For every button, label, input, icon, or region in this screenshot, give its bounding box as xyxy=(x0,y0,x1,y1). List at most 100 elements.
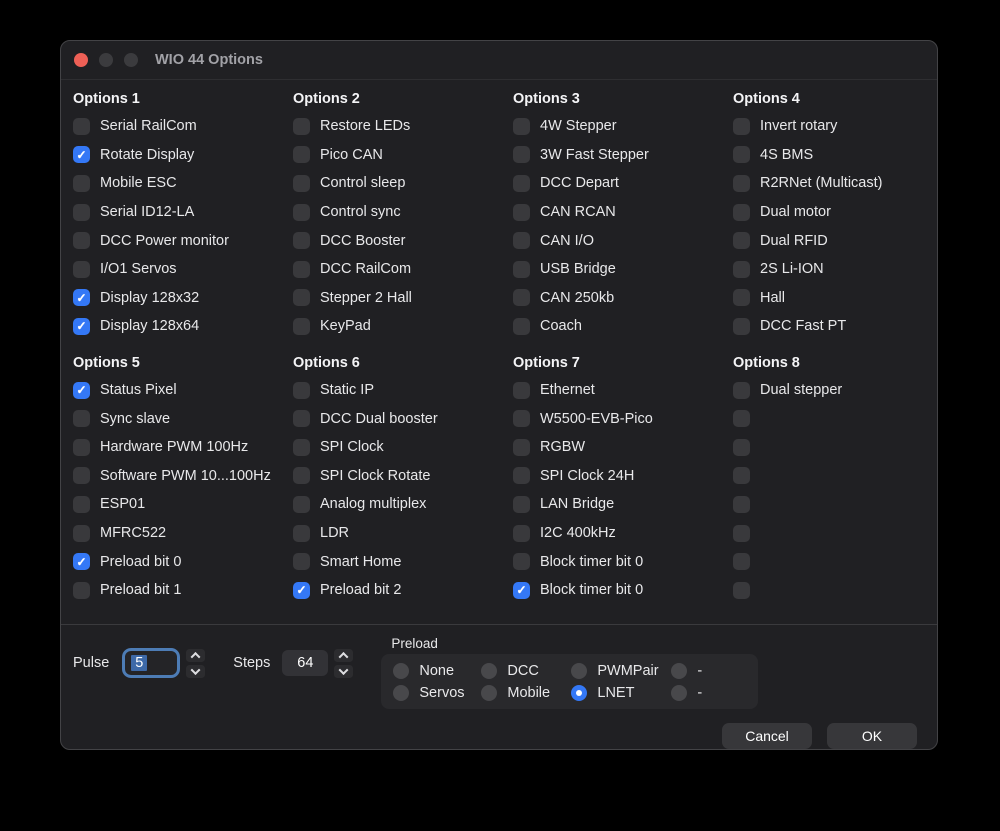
checkbox-row[interactable]: Ethernet xyxy=(513,376,733,405)
pulse-decrement-button[interactable] xyxy=(186,665,205,678)
checkbox[interactable] xyxy=(293,382,310,399)
checkbox-row[interactable]: 3W Fast Stepper xyxy=(513,141,733,170)
checkbox[interactable] xyxy=(73,525,90,542)
checkbox[interactable] xyxy=(293,175,310,192)
checkbox[interactable] xyxy=(293,118,310,135)
checkbox[interactable] xyxy=(293,467,310,484)
checkbox-row[interactable]: CAN RCAN xyxy=(513,198,733,227)
radio-button[interactable] xyxy=(671,663,687,679)
checkbox-row[interactable]: Serial RailCom xyxy=(73,112,293,141)
checkbox[interactable] xyxy=(513,410,530,427)
checkbox[interactable] xyxy=(733,525,750,542)
checkbox-row[interactable]: Pico CAN xyxy=(293,141,513,170)
radio-row[interactable]: LNET xyxy=(571,682,671,703)
checkbox[interactable] xyxy=(73,118,90,135)
checkbox-row[interactable] xyxy=(733,576,953,605)
pulse-increment-button[interactable] xyxy=(186,649,205,662)
checkbox-row[interactable]: CAN I/O xyxy=(513,226,733,255)
checkbox-row[interactable]: Control sync xyxy=(293,198,513,227)
checkbox-row[interactable] xyxy=(733,519,953,548)
checkbox-row[interactable]: DCC Booster xyxy=(293,226,513,255)
checkbox-row[interactable]: Invert rotary xyxy=(733,112,953,141)
checkbox-row[interactable]: W5500-EVB-Pico xyxy=(513,404,733,433)
checkbox-row[interactable]: DCC RailCom xyxy=(293,255,513,284)
checkbox[interactable] xyxy=(513,496,530,513)
checkbox[interactable] xyxy=(513,467,530,484)
checkbox[interactable] xyxy=(73,496,90,513)
checkbox-row[interactable]: Static IP xyxy=(293,376,513,405)
checkbox[interactable] xyxy=(733,261,750,278)
pulse-input[interactable]: 5 xyxy=(122,648,180,678)
checkbox[interactable] xyxy=(293,204,310,221)
checkbox[interactable] xyxy=(73,232,90,249)
checkbox[interactable] xyxy=(733,410,750,427)
checkbox-row[interactable]: SPI Clock xyxy=(293,433,513,462)
checkbox-row[interactable]: Hall xyxy=(733,284,953,313)
checkbox[interactable] xyxy=(513,289,530,306)
radio-button-selected[interactable] xyxy=(571,685,587,701)
checkbox-row[interactable]: ✓Display 128x64 xyxy=(73,312,293,341)
radio-button[interactable] xyxy=(393,663,409,679)
checkbox[interactable] xyxy=(73,439,90,456)
checkbox[interactable] xyxy=(733,118,750,135)
checkbox-row[interactable]: 2S Li-ION xyxy=(733,255,953,284)
checkbox[interactable] xyxy=(513,382,530,399)
checkbox-row[interactable]: Control sleep xyxy=(293,169,513,198)
checkbox-row[interactable]: Serial ID12-LA xyxy=(73,198,293,227)
checkbox-row[interactable]: Preload bit 1 xyxy=(73,576,293,605)
checkbox-checked[interactable]: ✓ xyxy=(73,382,90,399)
checkbox[interactable] xyxy=(73,175,90,192)
radio-button[interactable] xyxy=(571,663,587,679)
checkbox-row[interactable]: Sync slave xyxy=(73,404,293,433)
checkbox-row[interactable]: I2C 400kHz xyxy=(513,519,733,548)
checkbox-row[interactable]: ✓Display 128x32 xyxy=(73,284,293,313)
checkbox-row[interactable]: KeyPad xyxy=(293,312,513,341)
cancel-button[interactable]: Cancel xyxy=(722,723,812,749)
checkbox-row[interactable]: Dual stepper xyxy=(733,376,953,405)
checkbox-row[interactable]: CAN 250kb xyxy=(513,284,733,313)
radio-button[interactable] xyxy=(481,685,497,701)
checkbox[interactable] xyxy=(733,204,750,221)
checkbox-row[interactable]: DCC Fast PT xyxy=(733,312,953,341)
checkbox[interactable] xyxy=(513,553,530,570)
checkbox[interactable] xyxy=(733,582,750,599)
checkbox-row[interactable]: I/O1 Servos xyxy=(73,255,293,284)
checkbox-row[interactable]: Mobile ESC xyxy=(73,169,293,198)
checkbox-checked[interactable]: ✓ xyxy=(73,146,90,163)
checkbox-row[interactable]: Software PWM 10...100Hz xyxy=(73,462,293,491)
checkbox[interactable] xyxy=(293,439,310,456)
checkbox[interactable] xyxy=(293,232,310,249)
checkbox-row[interactable]: LAN Bridge xyxy=(513,490,733,519)
checkbox-checked[interactable]: ✓ xyxy=(73,553,90,570)
radio-row[interactable]: DCC xyxy=(481,660,571,681)
checkbox[interactable] xyxy=(733,289,750,306)
checkbox-row[interactable]: R2RNet (Multicast) xyxy=(733,169,953,198)
checkbox-row[interactable]: Hardware PWM 100Hz xyxy=(73,433,293,462)
checkbox[interactable] xyxy=(513,204,530,221)
checkbox[interactable] xyxy=(513,525,530,542)
radio-button[interactable] xyxy=(671,685,687,701)
checkbox[interactable] xyxy=(293,318,310,335)
checkbox[interactable] xyxy=(513,175,530,192)
checkbox[interactable] xyxy=(513,261,530,278)
checkbox[interactable] xyxy=(293,410,310,427)
checkbox-row[interactable]: SPI Clock Rotate xyxy=(293,462,513,491)
checkbox[interactable] xyxy=(733,467,750,484)
checkbox-row[interactable]: Stepper 2 Hall xyxy=(293,284,513,313)
radio-row[interactable]: None xyxy=(393,660,481,681)
checkbox-row[interactable]: Analog multiplex xyxy=(293,490,513,519)
checkbox-row[interactable]: ✓Rotate Display xyxy=(73,141,293,170)
checkbox[interactable] xyxy=(733,318,750,335)
checkbox[interactable] xyxy=(733,146,750,163)
checkbox[interactable] xyxy=(293,261,310,278)
checkbox[interactable] xyxy=(73,410,90,427)
checkbox-row[interactable] xyxy=(733,547,953,576)
checkbox-row[interactable] xyxy=(733,490,953,519)
checkbox[interactable] xyxy=(513,118,530,135)
radio-button[interactable] xyxy=(481,663,497,679)
checkbox-row[interactable]: MFRC522 xyxy=(73,519,293,548)
checkbox-row[interactable]: LDR xyxy=(293,519,513,548)
checkbox-row[interactable]: Smart Home xyxy=(293,547,513,576)
checkbox-row[interactable]: Restore LEDs xyxy=(293,112,513,141)
checkbox[interactable] xyxy=(733,496,750,513)
